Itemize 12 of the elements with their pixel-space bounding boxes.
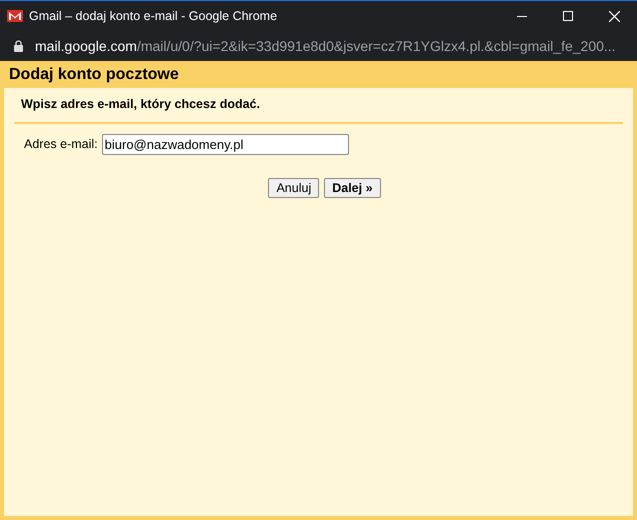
close-icon bbox=[608, 10, 620, 22]
maximize-icon bbox=[563, 11, 573, 21]
email-label: Adres e-mail: bbox=[24, 136, 98, 153]
mail-icon bbox=[7, 10, 23, 22]
next-button[interactable]: Dalej » bbox=[324, 178, 381, 198]
lock-icon bbox=[14, 40, 23, 52]
instruction-text: Wpisz adres e-mail, który chcesz dodać. bbox=[14, 95, 623, 124]
cancel-button[interactable]: Anuluj bbox=[268, 178, 320, 198]
url-text: mail.google.com/mail/u/0/?ui=2&ik=33d991e8d0&jsver=cz7R1YGlzx4.pl.&cbl=gmail_fe_200... bbox=[35, 36, 616, 56]
window-title: Gmail – dodaj konto e-mail - Google Chrome bbox=[29, 8, 278, 25]
email-field[interactable]: biuro@nazwadomeny.pl bbox=[102, 134, 349, 155]
dialog-title: Dodaj konto pocztowe bbox=[8, 64, 180, 84]
